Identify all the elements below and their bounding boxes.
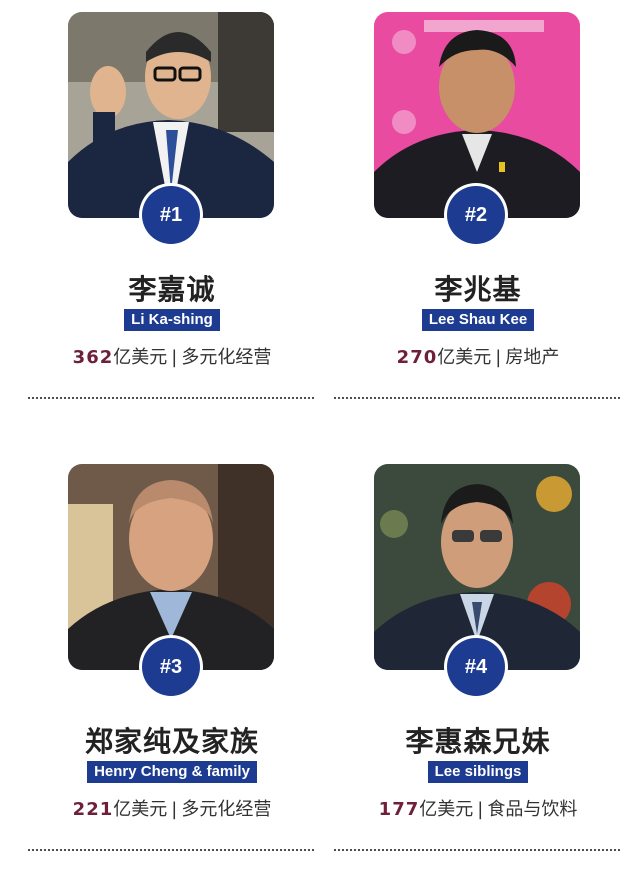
wealth-info: 221亿美元 | 多元化经营 — [11, 795, 333, 821]
rank-badge: #1 — [139, 183, 203, 247]
rank-badge-label: #1 — [142, 186, 200, 244]
name-english-wrap: Lee Shau Kee — [317, 309, 639, 331]
name-english-wrap: Henry Cheng & family — [11, 761, 333, 783]
wealth-info: 362亿美元 | 多元化经营 — [11, 343, 333, 369]
name-chinese: 李惠森兄妹 — [405, 725, 551, 758]
rank-badge: #4 — [444, 635, 508, 699]
info-separator: | — [495, 347, 502, 368]
rank-badge-label: #4 — [447, 638, 505, 696]
info-separator: | — [171, 347, 178, 368]
industry-label: 多元化经营 — [181, 799, 272, 820]
rich-list-card-2: #2 李兆基 Lee Shau Kee 270亿美元 | 房地产 — [322, 0, 644, 430]
name-chinese: 李嘉诚 — [128, 273, 216, 306]
info-separator: | — [477, 799, 484, 820]
net-worth-unit: 亿美元 — [419, 799, 474, 820]
net-worth-unit: 亿美元 — [113, 799, 168, 820]
rank-badge: #3 — [139, 635, 203, 699]
dotted-divider — [28, 849, 314, 851]
industry-label: 房地产 — [505, 347, 560, 368]
net-worth-amount: 221 — [72, 799, 114, 820]
net-worth-amount: 362 — [72, 347, 114, 368]
rank-badge-label: #2 — [447, 186, 505, 244]
name-chinese: 李兆基 — [434, 273, 522, 306]
rank-badge-label: #3 — [142, 638, 200, 696]
info-separator: | — [171, 799, 178, 820]
dotted-divider — [334, 849, 620, 851]
rich-list-card-1: #1 李嘉诚 Li Ka-shing 362亿美元 | 多元化经营 — [0, 0, 322, 430]
net-worth-amount: 177 — [378, 799, 420, 820]
net-worth-amount: 270 — [396, 347, 438, 368]
industry-label: 食品与饮料 — [487, 799, 578, 820]
name-english-tag: Lee Shau Kee — [421, 309, 535, 331]
net-worth-unit: 亿美元 — [113, 347, 168, 368]
name-chinese: 郑家纯及家族 — [84, 725, 259, 758]
name-english-wrap: Li Ka-shing — [11, 309, 333, 331]
name-english-tag: Li Ka-shing — [124, 309, 220, 331]
name-english-tag: Lee siblings — [427, 761, 529, 783]
dotted-divider — [28, 397, 314, 399]
industry-label: 多元化经营 — [181, 347, 272, 368]
name-english-wrap: Lee siblings — [317, 761, 639, 783]
dotted-divider — [334, 397, 620, 399]
rank-badge: #2 — [444, 183, 508, 247]
name-english-tag: Henry Cheng & family — [87, 761, 257, 783]
rich-list-card-4: #4 李惠森兄妹 Lee siblings 177亿美元 | 食品与饮料 — [322, 452, 644, 882]
wealth-info: 177亿美元 | 食品与饮料 — [317, 795, 639, 821]
net-worth-unit: 亿美元 — [437, 347, 492, 368]
rich-list-card-3: #3 郑家纯及家族 Henry Cheng & family 221亿美元 | 多元… — [0, 452, 322, 882]
wealth-info: 270亿美元 | 房地产 — [317, 343, 639, 369]
